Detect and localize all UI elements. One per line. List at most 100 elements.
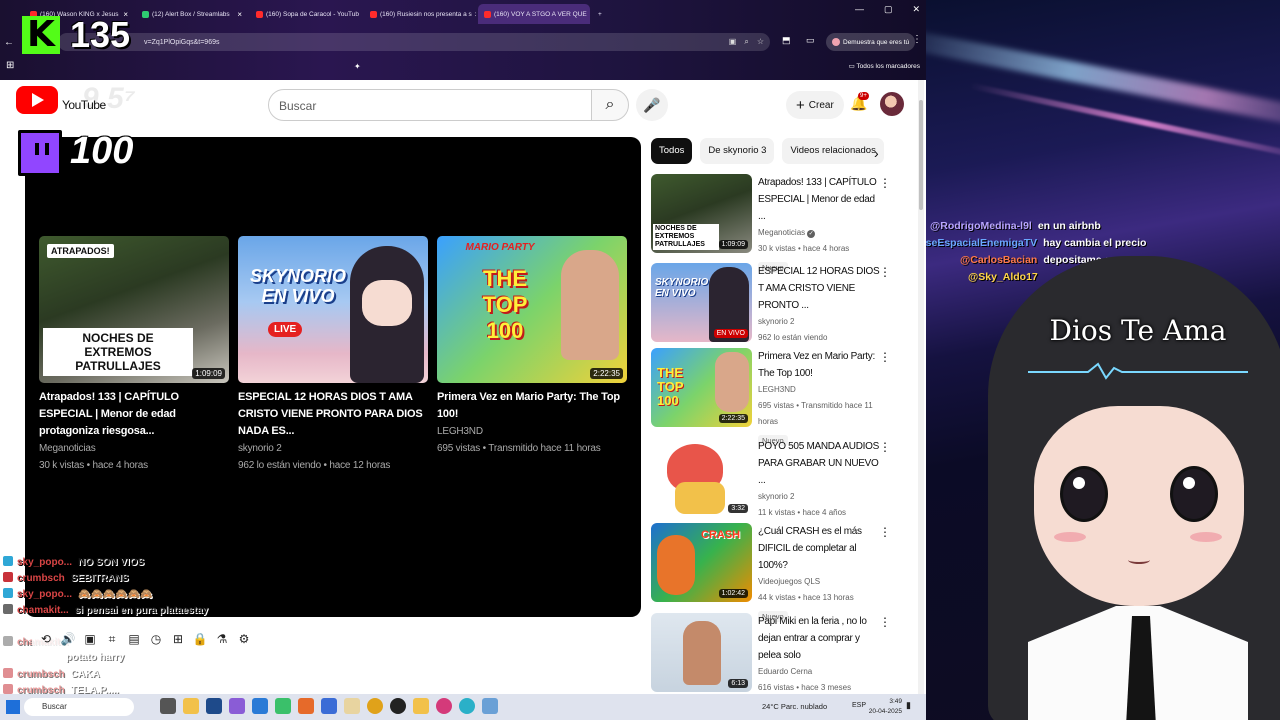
- related-title-4[interactable]: POYO 505 MANDA AUDIOS PARA GRABAR UN NUE…: [758, 438, 884, 489]
- voice-search-button[interactable]: 🎤: [636, 89, 668, 121]
- close-icon[interactable]: ×: [237, 10, 242, 19]
- related-video-1[interactable]: NOCHES DE EXTREMOS PATRULLAJES 1:09:09 A…: [651, 174, 901, 273]
- end-screen-thumbnail-1[interactable]: ATRAPADOS! NOCHES DE EXTREMOS PATRULLAJE…: [39, 236, 229, 383]
- windows-start-icon[interactable]: [6, 700, 20, 714]
- language-indicator[interactable]: ESP: [852, 702, 866, 709]
- related-title-5[interactable]: ¿Cuál CRASH es el más DIFICIL de complet…: [758, 523, 884, 574]
- more-options-icon[interactable]: ⋮: [879, 440, 891, 454]
- end-screen-thumbnail-3[interactable]: MARIO PARTY THE TOP 100 2:22:35: [437, 236, 627, 383]
- install-icon[interactable]: ▣: [729, 37, 737, 47]
- tab-2[interactable]: (12) Alert Box / Streamlabs ×: [136, 4, 248, 24]
- lock-icon[interactable]: 🔒: [192, 632, 208, 647]
- avatar[interactable]: [880, 92, 904, 116]
- edge-icon[interactable]: [252, 698, 268, 714]
- related-video-5[interactable]: CRASH 1:02:42 ¿Cuál CRASH es el más DIFI…: [651, 523, 901, 622]
- volume-icon[interactable]: 🔊: [60, 632, 76, 647]
- notification-icon[interactable]: ▮: [906, 700, 911, 711]
- obs-icon[interactable]: [390, 698, 406, 714]
- file-explorer-icon[interactable]: [183, 698, 199, 714]
- app-icon[interactable]: [321, 698, 337, 714]
- related-title-3[interactable]: Primera Vez en Mario Party: The Top 100!: [758, 348, 884, 382]
- related-video-4[interactable]: 3:32 POYO 505 MANDA AUDIOS PARA GRABAR U…: [651, 438, 901, 518]
- vscode-icon[interactable]: [206, 698, 222, 714]
- browser-menu-icon[interactable]: ⋮: [912, 34, 922, 45]
- timer-icon[interactable]: ◷: [148, 632, 164, 647]
- scrollbar-thumb[interactable]: [919, 100, 923, 210]
- chip-from-channel[interactable]: De skynorio 3: [700, 138, 775, 164]
- camera-icon[interactable]: ▣: [82, 632, 98, 647]
- firefox-icon[interactable]: [298, 698, 314, 714]
- more-options-icon[interactable]: ⋮: [879, 615, 891, 629]
- related-video-2[interactable]: SKYNORIO EN VIVO EN VIVO ESPECIAL 12 HOR…: [651, 263, 901, 343]
- crop-icon[interactable]: ⌗: [104, 632, 120, 647]
- video-player[interactable]: ATRAPADOS! NOCHES DE EXTREMOS PATRULLAJE…: [25, 137, 641, 617]
- tab-4[interactable]: (160) Rusiesin nos presenta a s ×: [364, 4, 476, 24]
- create-button[interactable]: + Crear: [786, 91, 844, 119]
- related-title-6[interactable]: Papi Miki en la feria , no lo dejan entr…: [758, 613, 884, 664]
- apps-grid-icon[interactable]: ⊞: [6, 60, 14, 71]
- chrome-icon[interactable]: [367, 698, 383, 714]
- app-icon[interactable]: [459, 698, 475, 714]
- end-screen-card-2[interactable]: SKYNORIO EN VIVO LIVE ESPECIAL 12 HORAS …: [238, 236, 428, 474]
- weather-widget[interactable]: 24°C Parc. nublado: [762, 702, 827, 711]
- maximize-icon[interactable]: ▢: [884, 4, 893, 15]
- end-screen-title-1[interactable]: Atrapados! 133 | CAPÍTULO ESPECIAL | Men…: [39, 389, 229, 440]
- related-video-6[interactable]: 6:13 Papi Miki en la feria , no lo dejan…: [651, 613, 901, 693]
- chevron-right-icon[interactable]: ›: [874, 145, 879, 161]
- close-window-icon[interactable]: ✕: [912, 4, 920, 15]
- end-screen-card-1[interactable]: ATRAPADOS! NOCHES DE EXTREMOS PATRULLAJE…: [39, 236, 229, 474]
- related-video-3[interactable]: THE TOP 100 2:22:35 Primera Vez en Mario…: [651, 348, 901, 446]
- folder-icon[interactable]: [413, 698, 429, 714]
- related-thumbnail-1[interactable]: NOCHES DE EXTREMOS PATRULLAJES 1:09:09: [651, 174, 752, 253]
- tab-3[interactable]: (160) Sopa de Caracol - YouTub ×: [250, 4, 362, 24]
- close-icon[interactable]: ×: [475, 10, 476, 19]
- add-scene-icon[interactable]: ⊞: [170, 632, 186, 647]
- related-channel-4[interactable]: skynorio 2: [758, 489, 884, 505]
- end-screen-thumbnail-2[interactable]: SKYNORIO EN VIVO LIVE: [238, 236, 428, 383]
- app-icon[interactable]: [344, 698, 360, 714]
- clock[interactable]: 3:49 20-04-2025: [866, 697, 902, 717]
- end-screen-channel-1[interactable]: Meganoticias: [39, 440, 229, 457]
- search-input[interactable]: Buscar: [268, 89, 592, 121]
- search-button[interactable]: ⌕: [591, 89, 629, 121]
- app-icon[interactable]: [436, 698, 452, 714]
- extensions-icon[interactable]: ⬒: [782, 35, 791, 46]
- related-title-2[interactable]: ESPECIAL 12 HORAS DIOS T AMA CRISTO VIEN…: [758, 263, 884, 314]
- related-title-1[interactable]: Atrapados! 133 | CAPÍTULO ESPECIAL | Men…: [758, 174, 884, 225]
- chip-related[interactable]: Videos relacionados: [782, 138, 884, 164]
- more-options-icon[interactable]: ⋮: [879, 350, 891, 364]
- profile-chip[interactable]: Demuestra que eres tú: [826, 33, 916, 51]
- rewind-icon[interactable]: ⟲: [38, 632, 54, 647]
- app-icon[interactable]: [229, 698, 245, 714]
- app-icon[interactable]: [482, 698, 498, 714]
- end-screen-title-3[interactable]: Primera Vez en Mario Party: The Top 100!: [437, 389, 627, 423]
- more-options-icon[interactable]: ⋮: [879, 176, 891, 190]
- new-tab-button[interactable]: +: [592, 4, 608, 24]
- more-options-icon[interactable]: ⋮: [879, 265, 891, 279]
- chip-all[interactable]: Todos: [651, 138, 693, 164]
- related-channel-3[interactable]: LEGH3ND: [758, 382, 884, 398]
- sidepanel-icon[interactable]: ▭: [806, 35, 815, 46]
- gear-icon[interactable]: ⚙: [236, 632, 252, 647]
- related-channel-6[interactable]: Eduardo Cerna: [758, 664, 884, 680]
- related-channel-1[interactable]: Meganoticias ✓: [758, 225, 884, 241]
- youtube-logo-icon[interactable]: [16, 86, 58, 114]
- minimize-icon[interactable]: —: [855, 4, 864, 15]
- related-thumbnail-3[interactable]: THE TOP 100 2:22:35: [651, 348, 752, 427]
- tab-5-active[interactable]: (160) VOY A STGO A VER QUE ×: [478, 4, 590, 24]
- zoom-icon[interactable]: ⌕: [744, 37, 748, 47]
- related-thumbnail-2[interactable]: SKYNORIO EN VIVO EN VIVO: [651, 263, 752, 342]
- related-thumbnail-4[interactable]: 3:32: [651, 438, 752, 517]
- end-screen-channel-3[interactable]: LEGH3ND: [437, 423, 627, 440]
- end-screen-channel-2[interactable]: skynorio 2: [238, 440, 428, 457]
- related-channel-5[interactable]: Videojuegos QLS: [758, 574, 884, 590]
- task-view-icon[interactable]: [160, 698, 176, 714]
- more-options-icon[interactable]: ⋮: [879, 525, 891, 539]
- end-screen-title-2[interactable]: ESPECIAL 12 HORAS DIOS T AMA CRISTO VIEN…: [238, 389, 428, 440]
- related-thumbnail-6[interactable]: 6:13: [651, 613, 752, 692]
- back-icon[interactable]: ←: [0, 37, 18, 48]
- layers-icon[interactable]: ▤: [126, 632, 142, 647]
- related-thumbnail-5[interactable]: CRASH 1:02:42: [651, 523, 752, 602]
- taskbar-search[interactable]: Buscar: [24, 698, 134, 716]
- bookmark-star-icon[interactable]: ☆: [757, 37, 764, 47]
